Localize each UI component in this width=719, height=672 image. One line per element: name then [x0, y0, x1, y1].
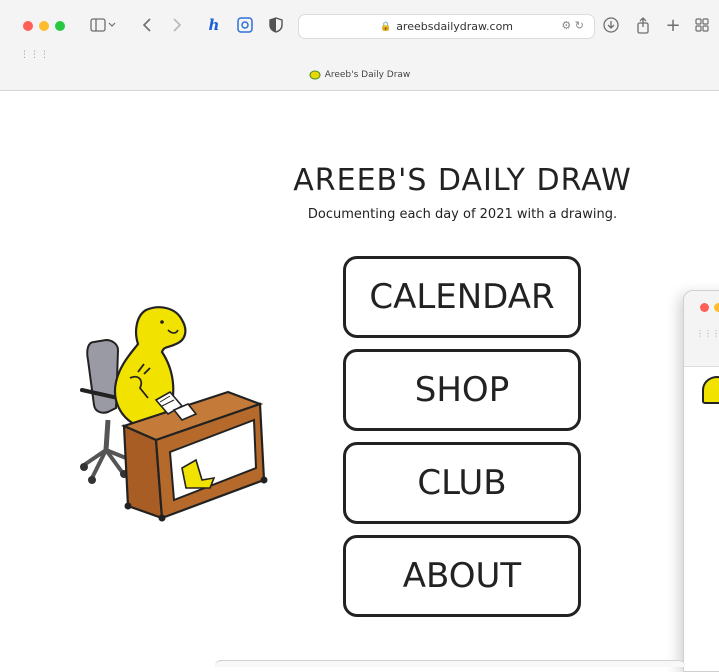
- chevron-left-icon[interactable]: [140, 14, 154, 36]
- tab-title-text: Areeb's Daily Draw: [324, 70, 411, 80]
- address-bar[interactable]: 🔒 areebsdailydraw.com ⚙ ↻: [298, 14, 595, 39]
- background-minimize-button[interactable]: [714, 303, 719, 312]
- page-title: AREEB'S DAILY DRAW: [293, 163, 632, 198]
- favicon-icon: [309, 70, 321, 80]
- plus-icon[interactable]: +: [664, 14, 682, 36]
- extension-icon[interactable]: h: [206, 14, 222, 36]
- background-close-button[interactable]: [700, 303, 709, 312]
- window-bottom-edge: [215, 660, 685, 667]
- reader-reload-icons[interactable]: ⚙ ↻: [561, 19, 584, 32]
- sidebar-icon[interactable]: [88, 14, 118, 36]
- character-at-desk-illustration: [80, 306, 268, 522]
- download-icon[interactable]: [602, 14, 620, 36]
- minimize-window-button[interactable]: [39, 21, 49, 31]
- translate-icon[interactable]: [236, 14, 254, 36]
- about-button[interactable]: ABOUT: [343, 535, 581, 617]
- chevron-right-icon[interactable]: [170, 14, 184, 36]
- active-tab[interactable]: Areeb's Daily Draw: [0, 70, 719, 80]
- background-browser-window[interactable]: ⋮⋮⋮: [683, 290, 719, 672]
- tab-overview-icon[interactable]: [693, 14, 711, 36]
- background-grid-icon: ⋮⋮⋮: [696, 329, 719, 338]
- close-window-button[interactable]: [23, 21, 33, 31]
- calendar-button[interactable]: CALENDAR: [343, 256, 581, 338]
- shield-icon[interactable]: [268, 14, 284, 36]
- page-subtitle: Documenting each day of 2021 with a draw…: [307, 207, 618, 222]
- browser-toolbar: h 🔒 areebsdailydraw.com ⚙ ↻ + ⋮⋮⋮ Areeb'…: [0, 0, 719, 91]
- favorites-grid-icon[interactable]: ⋮⋮⋮: [20, 50, 50, 60]
- background-window-toolbar: ⋮⋮⋮: [684, 291, 719, 367]
- club-button[interactable]: CLUB: [343, 442, 581, 524]
- zoom-window-button[interactable]: [55, 21, 65, 31]
- shop-button[interactable]: SHOP: [343, 349, 581, 431]
- character-thumbnail-icon: [702, 376, 719, 404]
- address-url: areebsdailydraw.com: [396, 20, 514, 33]
- lock-icon: 🔒: [379, 21, 392, 32]
- share-icon[interactable]: [634, 14, 652, 36]
